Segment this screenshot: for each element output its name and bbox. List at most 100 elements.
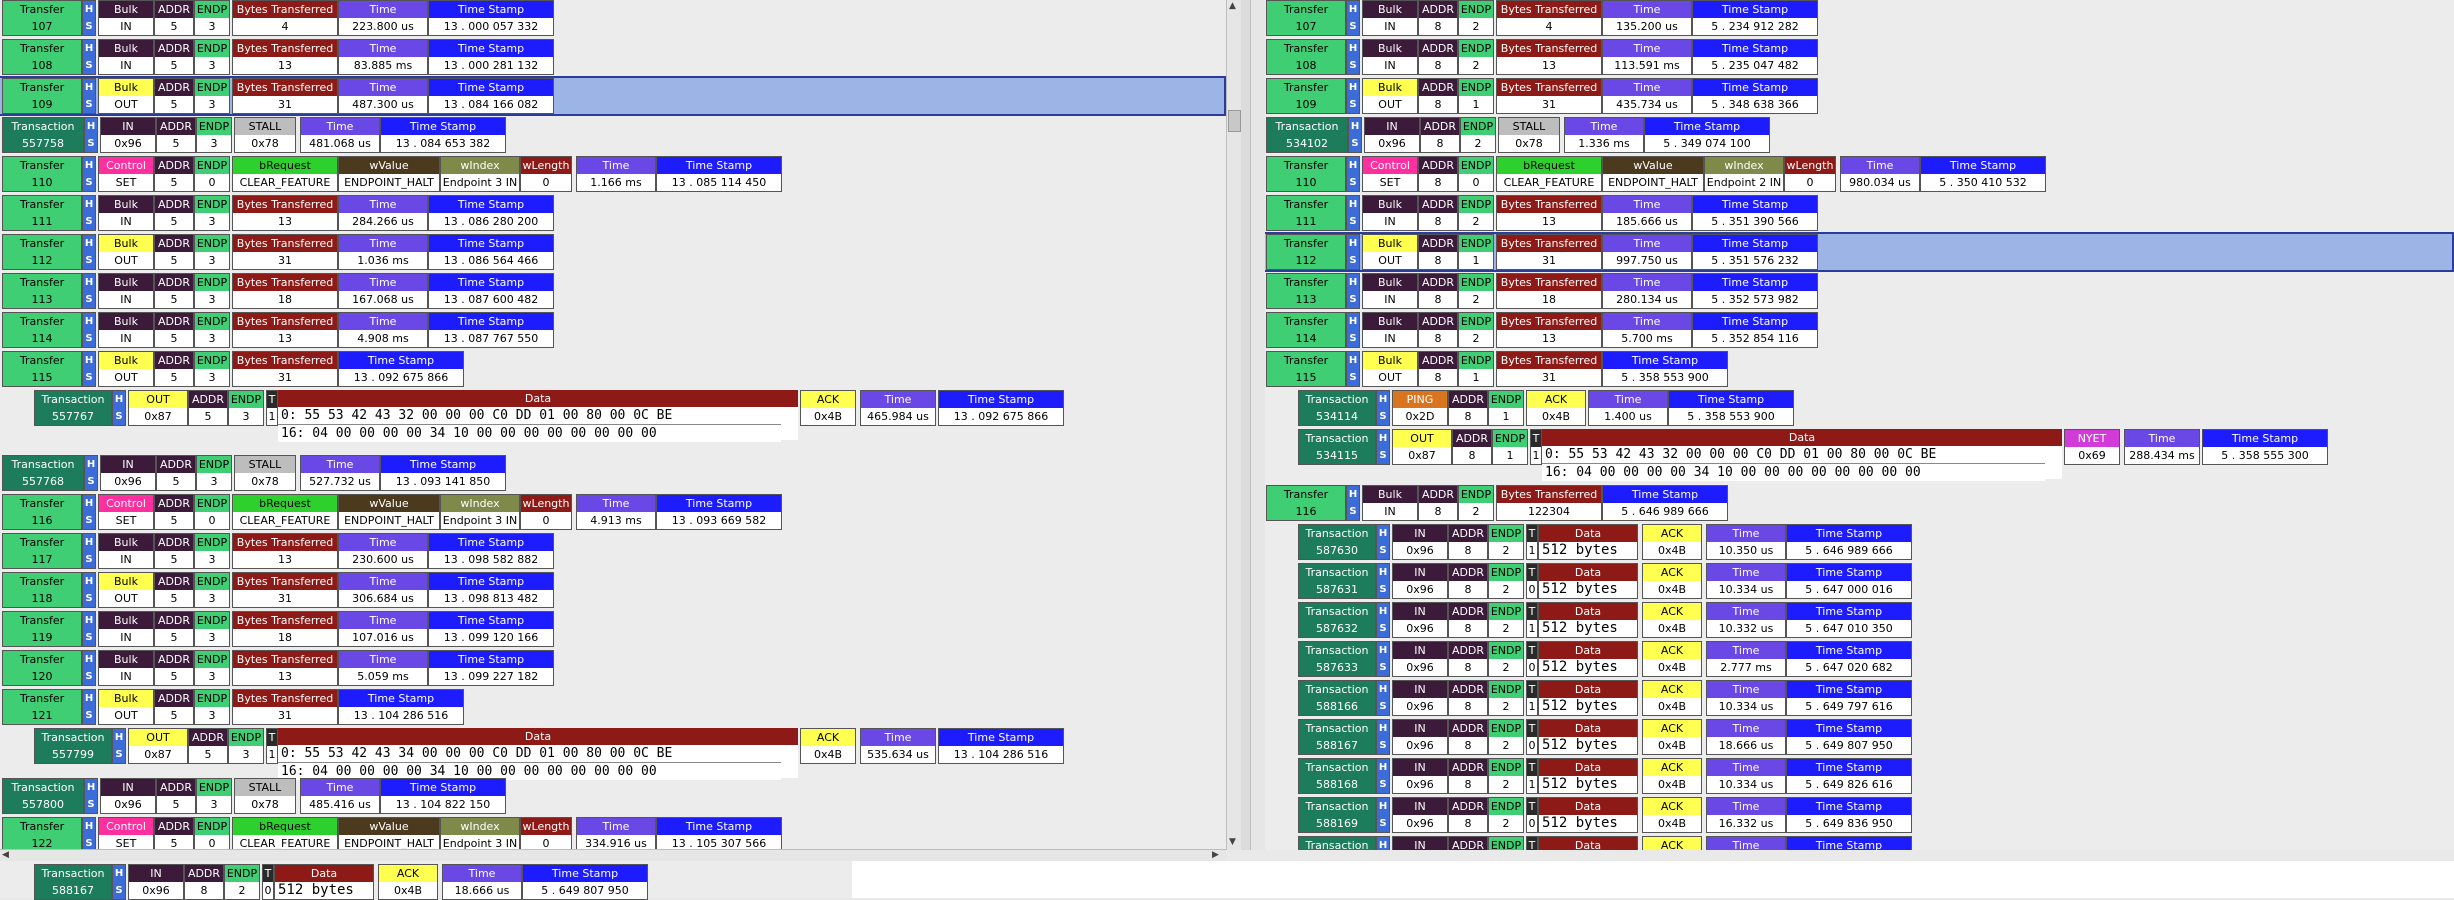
data-cell[interactable]: Data512 bytes bbox=[1538, 836, 1638, 850]
timestamp-cell[interactable]: Time Stamp 13 . 093 141 850 bbox=[380, 455, 506, 491]
endp-cell[interactable]: ENDP 3 bbox=[194, 273, 230, 309]
time-cell[interactable]: Time 465.984 us bbox=[860, 390, 936, 426]
toggle-cell[interactable]: T0 bbox=[262, 864, 274, 900]
transaction-id[interactable]: Transaction 588168 bbox=[1298, 758, 1376, 794]
data-cell[interactable]: Data512 bytes bbox=[1538, 524, 1638, 560]
left-trace-pane[interactable]: Transfer 107 H S Bulk IN ADDR 5 ENDP 3 Bytes Trans… bbox=[0, 0, 1226, 850]
time-cell[interactable]: Time 980.034 us bbox=[1840, 156, 1920, 192]
endp-cell[interactable]: ENDP 3 bbox=[228, 390, 264, 426]
endp-cell[interactable]: ENDP2 bbox=[1460, 117, 1496, 153]
addr-cell[interactable]: ADDR8 bbox=[184, 864, 224, 900]
scroll-left-icon[interactable]: ◀ bbox=[2, 850, 9, 860]
bulk-cell[interactable]: Bulk IN bbox=[98, 611, 154, 647]
bulk-cell[interactable]: Bulk OUT bbox=[98, 78, 154, 114]
data-cell[interactable]: Data 0: 55 53 42 43 32 00 00 00 C0 DD 01 … bbox=[278, 390, 798, 442]
timestamp-cell[interactable]: Time Stamp 5 . 358 555 300 bbox=[2202, 429, 2328, 465]
endp-cell[interactable]: ENDP 0 bbox=[194, 817, 230, 850]
endp-cell[interactable]: ENDP 3 bbox=[194, 0, 230, 36]
addr-cell[interactable]: ADDR8 bbox=[1420, 117, 1460, 153]
control-cell[interactable]: Control SET bbox=[98, 156, 154, 192]
transfer-id[interactable]: Transfer 111 bbox=[1266, 195, 1346, 231]
transaction-id[interactable]: Transaction588170 bbox=[1298, 836, 1376, 850]
ack-cell[interactable]: ACK0x4B bbox=[1642, 836, 1702, 850]
transfer-id[interactable]: Transfer 122 bbox=[2, 817, 82, 850]
bytes-cell[interactable]: Bytes Transferred 31 bbox=[232, 572, 338, 608]
timestamp-cell[interactable]: Time Stamp 13 . 099 227 182 bbox=[428, 650, 554, 686]
transfer-id[interactable]: Transfer 109 bbox=[2, 78, 82, 114]
endp-cell[interactable]: ENDP 3 bbox=[194, 234, 230, 270]
timestamp-cell[interactable]: Time Stamp 13 . 084 653 382 bbox=[380, 117, 506, 153]
timestamp-cell[interactable]: Time Stamp 5 . 349 074 100 bbox=[1644, 117, 1770, 153]
transfer-id[interactable]: Transfer 116 bbox=[2, 494, 82, 530]
timestamp-cell[interactable]: Time Stamp 5 . 352 573 982 bbox=[1692, 273, 1818, 309]
timestamp-cell[interactable]: Time Stamp 5 . 646 989 666 bbox=[1786, 524, 1912, 560]
timestamp-cell[interactable]: Time Stamp 5 . 649 826 616 bbox=[1786, 758, 1912, 794]
timestamp-cell[interactable]: Time Stamp 5 . 649 807 950 bbox=[1786, 719, 1912, 755]
data-cell[interactable]: Data512 bytes bbox=[1538, 797, 1638, 833]
time-cell[interactable]: Time 1.036 ms bbox=[338, 234, 428, 270]
bulk-cell[interactable]: Bulk IN bbox=[1362, 273, 1418, 309]
addr-cell[interactable]: ADDR8 bbox=[1448, 524, 1488, 560]
bytes-cell[interactable]: Bytes Transferred 18 bbox=[1496, 273, 1602, 309]
time-cell[interactable]: Time 223.800 us bbox=[338, 0, 428, 36]
addr-cell[interactable]: ADDR 5 bbox=[154, 39, 194, 75]
pid-cell[interactable]: IN0x96 bbox=[1392, 680, 1448, 716]
endp-cell[interactable]: ENDP 3 bbox=[194, 39, 230, 75]
timestamp-cell[interactable]: Time Stamp 13 . 092 675 866 bbox=[338, 351, 464, 387]
pid-cell[interactable]: OUT 0x87 bbox=[128, 390, 188, 426]
bytes-cell[interactable]: Bytes Transferred 31 bbox=[1496, 234, 1602, 270]
timestamp-cell[interactable]: Time Stamp 5 . 649 807 950 bbox=[522, 864, 648, 900]
transfer-id[interactable]: Transfer 110 bbox=[2, 156, 82, 192]
endp-cell[interactable]: ENDP2 bbox=[1488, 524, 1524, 560]
transfer-row[interactable]: Transfer 109 H S Bulk OUT ADDR 5 ENDP 3 Bytes Tran… bbox=[0, 76, 1226, 116]
bulk-cell[interactable]: Bulk IN bbox=[98, 650, 154, 686]
timestamp-cell[interactable]: Time Stamp 13 . 098 582 882 bbox=[428, 533, 554, 569]
wlength-cell[interactable]: wLength 0 bbox=[1784, 156, 1836, 192]
time-cell[interactable]: Time 18.666 us bbox=[442, 864, 522, 900]
wlength-cell[interactable]: wLength 0 bbox=[520, 494, 572, 530]
bulk-cell[interactable]: Bulk IN bbox=[98, 195, 154, 231]
timestamp-cell[interactable]: Time Stamp 5 . 348 638 366 bbox=[1692, 78, 1818, 114]
data-cell[interactable]: Data512 bytes bbox=[274, 864, 374, 900]
transaction-id[interactable]: Transaction 587631 bbox=[1298, 563, 1376, 599]
ack-cell[interactable]: ACK0x4B bbox=[1642, 719, 1702, 755]
transfer-id[interactable]: Transfer 113 bbox=[1266, 273, 1346, 309]
bulk-cell[interactable]: Bulk OUT bbox=[98, 572, 154, 608]
addr-cell[interactable]: ADDR8 bbox=[1448, 719, 1488, 755]
pid-cell[interactable]: IN0x96 bbox=[1392, 758, 1448, 794]
timestamp-cell[interactable]: Time Stamp 13 . 000 057 332 bbox=[428, 0, 554, 36]
time-cell[interactable]: Time 135.200 us bbox=[1602, 0, 1692, 36]
bulk-cell[interactable]: Bulk IN bbox=[98, 0, 154, 36]
endp-cell[interactable]: ENDP 3 bbox=[194, 533, 230, 569]
transfer-id[interactable]: Transfer 113 bbox=[2, 273, 82, 309]
bulk-cell[interactable]: Bulk OUT bbox=[1362, 234, 1418, 270]
endp-cell[interactable]: ENDP 3 bbox=[196, 455, 232, 491]
addr-cell[interactable]: ADDR 5 bbox=[154, 156, 194, 192]
wvalue-cell[interactable]: wValue ENDPOINT_HALT bbox=[338, 156, 440, 192]
transaction-id[interactable]: Transaction 588167 bbox=[34, 864, 112, 900]
toggle-cell[interactable]: T0 bbox=[1526, 719, 1538, 755]
addr-cell[interactable]: ADDR8 bbox=[1418, 0, 1458, 36]
bulk-cell[interactable]: Bulk OUT bbox=[98, 234, 154, 270]
scroll-up-icon[interactable]: ▲ bbox=[1229, 0, 1236, 12]
endp-cell[interactable]: ENDP2 bbox=[1488, 602, 1524, 638]
pid-cell[interactable]: IN0x96 bbox=[100, 778, 156, 814]
transaction-id[interactable]: Transaction 534114 bbox=[1298, 390, 1376, 426]
endp-cell[interactable]: ENDP2 bbox=[1488, 719, 1524, 755]
timestamp-cell[interactable]: Time Stamp5 . 649 853 282 bbox=[1786, 836, 1912, 850]
toggle-cell[interactable]: T0 bbox=[1526, 563, 1538, 599]
time-cell[interactable]: Time 83.885 ms bbox=[338, 39, 428, 75]
time-cell[interactable]: Time 487.300 us bbox=[338, 78, 428, 114]
pid-cell[interactable]: OUT 0x87 bbox=[1392, 429, 1452, 465]
bytes-cell[interactable]: Bytes Transferred 13 bbox=[232, 195, 338, 231]
data-cell[interactable]: Data512 bytes bbox=[1538, 641, 1638, 677]
time-cell[interactable]: Time 10.334 us bbox=[1706, 563, 1786, 599]
endp-cell[interactable]: ENDP 0 bbox=[194, 494, 230, 530]
transfer-id[interactable]: Transfer 118 bbox=[2, 572, 82, 608]
timestamp-cell[interactable]: Time Stamp 5 . 358 553 900 bbox=[1668, 390, 1794, 426]
ack-cell[interactable]: ACK0x4B bbox=[800, 728, 856, 764]
endp-cell[interactable]: ENDP 3 bbox=[194, 689, 230, 725]
timestamp-cell[interactable]: Time Stamp 5 . 647 000 016 bbox=[1786, 563, 1912, 599]
bytes-cell[interactable]: Bytes Transferred 31 bbox=[232, 689, 338, 725]
addr-cell[interactable]: ADDR 5 bbox=[156, 778, 196, 814]
